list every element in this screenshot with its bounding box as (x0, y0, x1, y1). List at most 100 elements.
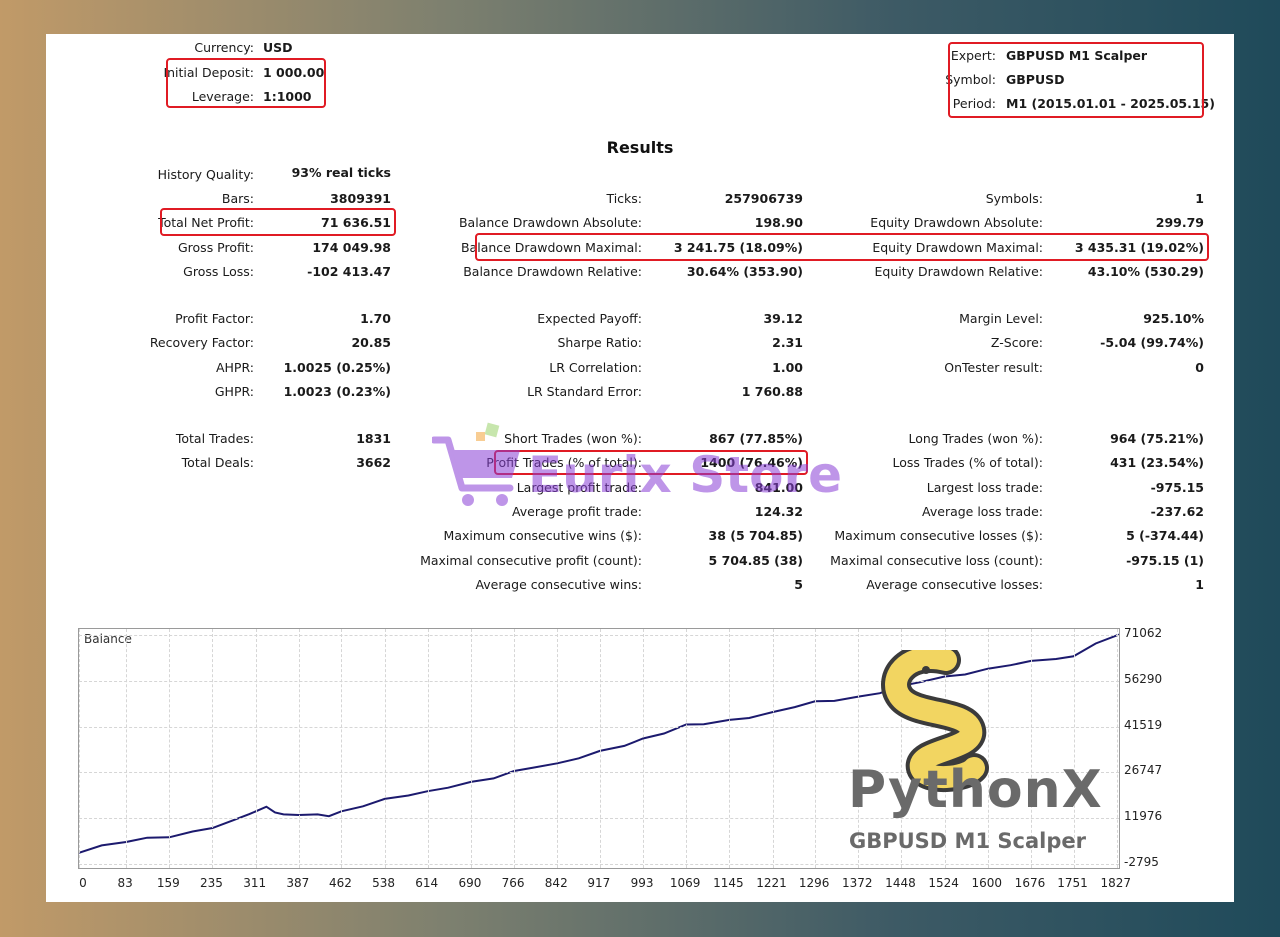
col3-value: 1 (1195, 191, 1204, 206)
col3-label: Equity Drawdown Absolute: (870, 215, 1043, 230)
col1-label: Gross Loss: (183, 264, 254, 279)
grid-line-v (772, 629, 774, 868)
col2-label: Ticks: (606, 191, 642, 206)
col2-value: 30.64% (353.90) (686, 264, 803, 279)
store-watermark: Eurix Store (432, 422, 842, 506)
x-tick-label: 235 (200, 876, 223, 890)
grid-line-v (599, 629, 601, 868)
col3-label: Equity Drawdown Relative: (874, 264, 1043, 279)
col3-value: -5.04 (99.74%) (1100, 335, 1204, 350)
col2-value: 5 704.85 (38) (708, 553, 803, 568)
col2-value: 39.12 (763, 311, 803, 326)
col3-label: Average consecutive losses: (866, 577, 1043, 592)
x-tick-label: 83 (117, 876, 133, 890)
x-tick-label: 614 (415, 876, 439, 890)
col3-label: Long Trades (won %): (908, 431, 1043, 446)
x-tick-label: 1372 (842, 876, 873, 890)
grid-line-v (384, 629, 386, 868)
col3-label: Margin Level: (959, 311, 1043, 326)
currency-label: Currency: (194, 40, 254, 55)
store-watermark-text: Eurix Store (528, 446, 842, 504)
grid-line-v (341, 629, 343, 868)
col2-value: 38 (5 704.85) (708, 528, 803, 543)
grid-line-v (255, 629, 257, 868)
x-tick-label: 387 (286, 876, 310, 890)
col3-value: 5 (-374.44) (1126, 528, 1204, 543)
history-quality-label: History Quality: (157, 167, 254, 182)
grid-line-v (169, 629, 171, 868)
col2-label: Average consecutive wins: (475, 577, 642, 592)
col3-label: Symbols: (985, 191, 1043, 206)
x-tick-label: 842 (544, 876, 568, 890)
col2-value: 1 760.88 (741, 384, 803, 399)
col1-label: AHPR: (215, 360, 254, 375)
grid-line-v (729, 629, 731, 868)
grid-line-v (79, 629, 80, 868)
grid-line-v (643, 629, 645, 868)
col3-label: Z-Score: (990, 335, 1043, 350)
x-tick-label: 1145 (713, 876, 744, 890)
strategy-tester-report: Currency: USD Initial Deposit: 1 000.00 … (46, 34, 1234, 902)
grid-line-v (815, 629, 817, 868)
x-tick-label: 917 (587, 876, 611, 890)
col3-label: Maximal consecutive loss (count): (830, 553, 1043, 568)
col3-value: -975.15 (1) (1126, 553, 1204, 568)
col2-label: Balance Drawdown Relative: (463, 264, 642, 279)
col2-value: 198.90 (754, 215, 803, 230)
expert-info-highlight (948, 42, 1204, 118)
col3-value: -237.62 (1150, 504, 1204, 519)
col2-label: Maximal consecutive profit (count): (420, 553, 642, 568)
history-quality-value: 93% real ticks (291, 165, 391, 180)
x-tick-label: 1296 (798, 876, 830, 890)
brand-name: PythonX (848, 760, 1103, 820)
col3-value: 964 (75.21%) (1110, 431, 1204, 446)
grid-line-v (557, 629, 559, 868)
drawdown-maximal-highlight (475, 233, 1209, 261)
x-tick-label: 1600 (971, 876, 1003, 890)
col1-label: Profit Factor: (175, 311, 254, 326)
x-tick-label: 1827 (1100, 876, 1131, 890)
col3-value: 925.10% (1143, 311, 1204, 326)
col1-value: 1.70 (360, 311, 391, 326)
col3-label: Average loss trade: (922, 504, 1043, 519)
x-tick-label: 0 (79, 876, 87, 890)
currency-value: USD (263, 40, 293, 55)
deposit-leverage-highlight (166, 58, 326, 108)
grid-line-v (514, 629, 516, 868)
col1-label: Recovery Factor: (149, 335, 254, 350)
x-tick-label: 993 (630, 876, 654, 890)
results-title: Results (606, 138, 674, 157)
col1-value: 1.0025 (0.25%) (283, 360, 391, 375)
col1-label: Bars: (221, 191, 254, 206)
col1-value: -102 413.47 (307, 264, 391, 279)
x-tick-label: 1751 (1057, 876, 1088, 890)
x-tick-label: 462 (328, 876, 352, 890)
y-tick-label: 71062 (1124, 626, 1163, 640)
col2-label: Expected Payoff: (537, 311, 642, 326)
col3-value: 1 (1195, 577, 1204, 592)
grid-line-v (470, 629, 472, 868)
x-tick-label: 1524 (928, 876, 959, 890)
col2-label: Sharpe Ratio: (557, 335, 642, 350)
x-tick-label: 1069 (669, 876, 701, 890)
col1-label: Total Trades: (175, 431, 254, 446)
col2-label: LR Standard Error: (527, 384, 642, 399)
col2-label: Maximum consecutive wins ($): (443, 528, 642, 543)
x-tick-label: 1448 (885, 876, 916, 890)
col1-label: GHPR: (214, 384, 254, 399)
col2-value: 2.31 (772, 335, 803, 350)
col1-label: Total Deals: (181, 455, 254, 470)
col1-label: Gross Profit: (177, 240, 254, 255)
col1-value: 3809391 (330, 191, 391, 206)
grid-line-v (212, 629, 214, 868)
col1-value: 3662 (356, 455, 391, 470)
col3-value: 0 (1195, 360, 1204, 375)
grid-line-v (126, 629, 128, 868)
x-tick-label: 1221 (756, 876, 787, 890)
col2-value: 257906739 (724, 191, 803, 206)
col3-value: 299.79 (1155, 215, 1204, 230)
grid-line-v (298, 629, 300, 868)
col3-label: OnTester result: (944, 360, 1043, 375)
grid-line-v (427, 629, 429, 868)
col3-label: Largest loss trade: (926, 480, 1043, 495)
